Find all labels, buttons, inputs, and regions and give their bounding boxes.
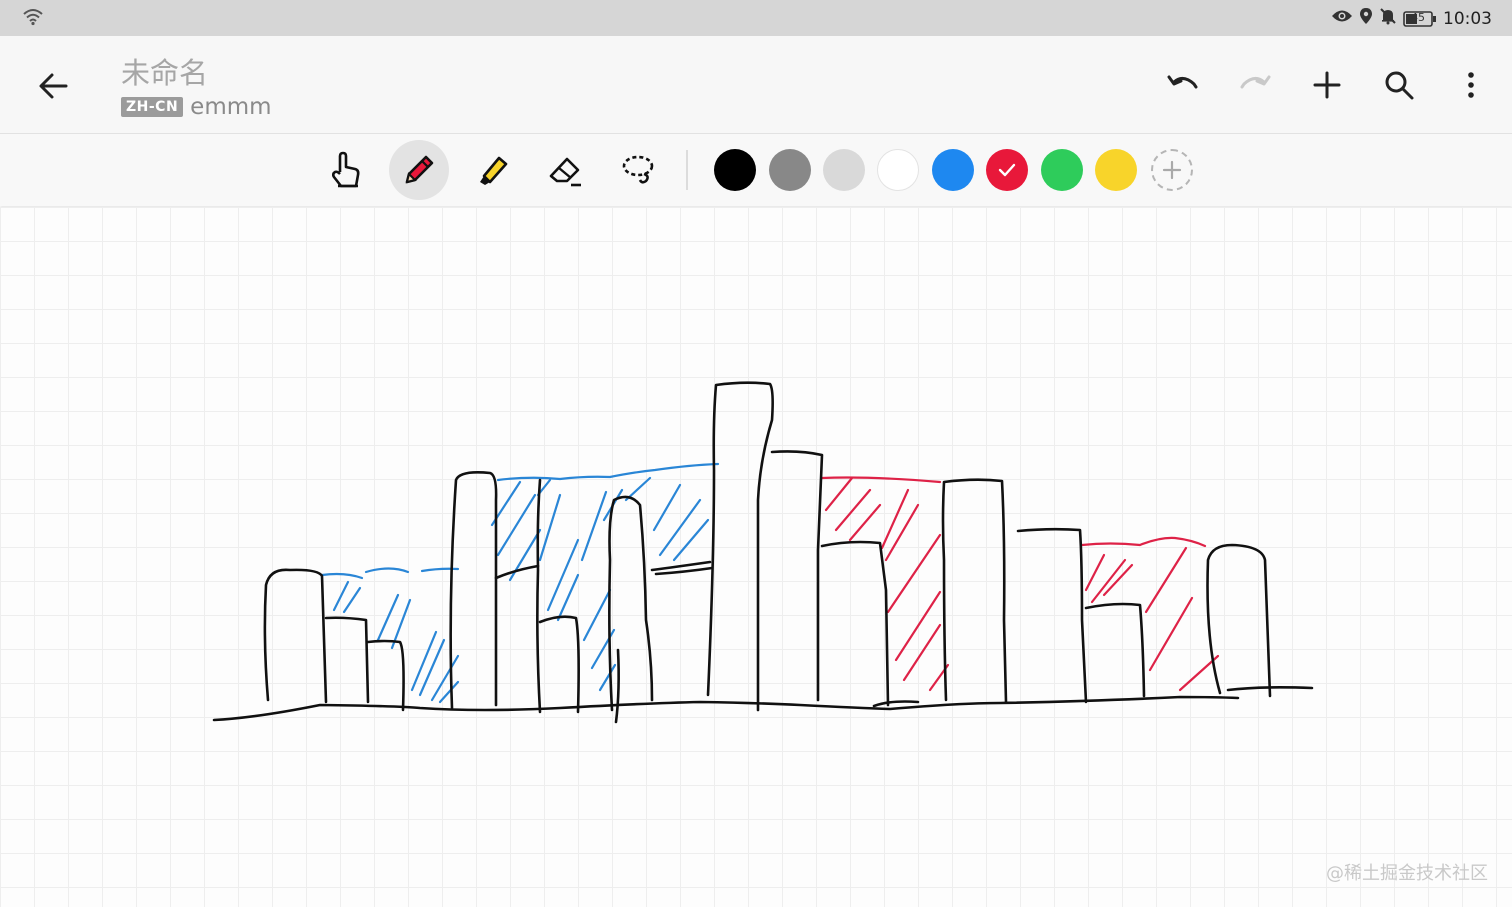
note-subtitle: ZH-CN emmm xyxy=(121,94,272,120)
eye-icon xyxy=(1331,8,1353,29)
watermark: @稀土掘金技术社区 xyxy=(1326,863,1488,884)
add-icon xyxy=(1313,71,1341,99)
pen-icon xyxy=(405,155,434,184)
red-water-hatching xyxy=(820,476,1220,692)
more-options-button[interactable] xyxy=(1450,64,1492,106)
battery-icon: 45 xyxy=(1403,10,1437,28)
note-title[interactable]: 未命名 xyxy=(121,50,208,92)
redo-button[interactable] xyxy=(1234,64,1276,106)
notebook-label: emmm xyxy=(190,94,272,120)
back-arrow-icon xyxy=(39,73,68,99)
building-outlines xyxy=(212,381,1314,724)
redo-icon xyxy=(1240,75,1271,89)
lasso-icon xyxy=(622,155,654,184)
mute-bell-icon xyxy=(1379,7,1397,30)
back-button[interactable] xyxy=(34,66,74,106)
wifi-icon xyxy=(22,8,44,30)
drawing-toolbar xyxy=(0,134,1512,206)
color-green[interactable] xyxy=(1041,149,1083,191)
undo-icon xyxy=(1167,75,1198,89)
color-light-gray[interactable] xyxy=(823,149,865,191)
lasso-tool-button[interactable] xyxy=(608,140,668,200)
language-badge: ZH-CN xyxy=(121,97,184,117)
sketch-drawing xyxy=(212,381,1314,724)
color-white[interactable] xyxy=(877,149,919,191)
color-blue[interactable] xyxy=(932,149,974,191)
toolbar-divider xyxy=(686,150,688,190)
highlighter-tool-button[interactable] xyxy=(462,140,522,200)
clock: 10:03 xyxy=(1443,8,1492,29)
eraser-tool-button[interactable] xyxy=(535,140,595,200)
hand-pointer-icon xyxy=(331,151,360,188)
hand-tool-button[interactable] xyxy=(316,140,376,200)
app-bar-actions xyxy=(1162,64,1492,106)
undo-button[interactable] xyxy=(1162,64,1204,106)
color-red[interactable] xyxy=(986,149,1028,191)
more-vert-icon xyxy=(1468,72,1474,98)
highlighter-icon xyxy=(480,156,508,185)
location-icon xyxy=(1359,7,1373,30)
checkmark-icon xyxy=(998,163,1016,177)
eraser-icon xyxy=(549,157,581,187)
search-icon xyxy=(1385,71,1414,100)
add-color-button[interactable] xyxy=(1151,149,1193,191)
add-button[interactable] xyxy=(1306,64,1348,106)
drawing-canvas[interactable]: @稀土掘金技术社区 xyxy=(0,207,1512,907)
battery-level: 45 xyxy=(1411,10,1425,24)
status-bar: 45 10:03 xyxy=(0,0,1512,36)
plus-icon xyxy=(1162,160,1182,180)
app-bar: 未命名 ZH-CN emmm xyxy=(0,36,1512,134)
pen-tool-button[interactable] xyxy=(389,140,449,200)
blue-water-hatching xyxy=(320,462,720,704)
color-black[interactable] xyxy=(714,149,756,191)
color-gray[interactable] xyxy=(769,149,811,191)
search-button[interactable] xyxy=(1378,64,1420,106)
color-yellow[interactable] xyxy=(1095,149,1137,191)
